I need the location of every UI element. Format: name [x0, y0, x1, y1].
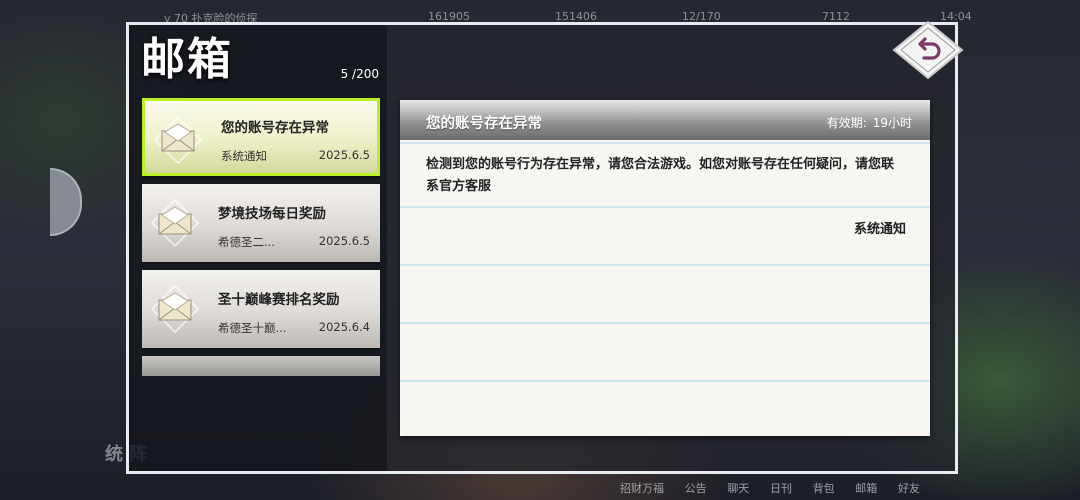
mail-sender: 系统通知 [221, 149, 267, 163]
mail-list[interactable]: 您的账号存在异常 系统通知 2025.6.5 梦境技场每日奖励 希德圣二... … [142, 98, 380, 376]
nav-item[interactable]: 背包 [813, 480, 835, 496]
mail-signature: 系统通知 [853, 222, 906, 237]
envelope-icon [153, 115, 203, 165]
expiry-label: 有效期: [826, 116, 867, 130]
mail-title: 梦境技场每日奖励 [218, 206, 326, 222]
nav-item[interactable]: 招财万福 [620, 480, 664, 496]
mailbox-dialog: 邮箱 5 /200 您的账号存在异常 系统通知 2025.6.5 梦境技场每日奖… [126, 22, 958, 474]
envelope-icon [150, 198, 200, 248]
mail-sender: 希德圣二... [218, 235, 275, 249]
mail-date: 2025.6.5 [318, 148, 370, 162]
mail-title: 圣十巅峰赛排名奖励 [218, 292, 340, 308]
mail-item[interactable]: 梦境技场每日奖励 希德圣二... 2025.6.5 [142, 184, 380, 262]
mail-detail-pane: 您的账号存在异常 有效期: 19小时 检测到您的账号行为存在异常，请您合法游戏。如… [387, 25, 955, 471]
nav-item[interactable]: 公告 [685, 480, 707, 496]
mail-item[interactable]: 圣十巅峰赛排名奖励 希德圣十巅... 2025.6.4 [142, 270, 380, 348]
dialog-title: 邮箱 [141, 34, 233, 85]
nav-item[interactable]: 邮箱 [855, 480, 877, 496]
detail-header: 您的账号存在异常 有效期: 19小时 [400, 100, 930, 140]
expiry-value: 19小时 [872, 116, 912, 130]
mail-detail-card: 您的账号存在异常 有效期: 19小时 检测到您的账号行为存在异常，请您合法游戏。如… [400, 100, 930, 436]
mail-list-pane: 邮箱 5 /200 您的账号存在异常 系统通知 2025.6.5 梦境技场每日奖… [129, 25, 388, 471]
mail-count: 5 /200 [340, 67, 379, 81]
detail-body: 检测到您的账号行为存在异常，请您合法游戏。如您对账号存在任何疑问，请您联系官方客… [400, 140, 930, 436]
bottom-nav: 招财万福 公告 聊天 日刊 背包 邮箱 好友 [620, 480, 920, 496]
mail-title: 您的账号存在异常 [221, 120, 329, 136]
side-expand-button[interactable] [50, 168, 82, 236]
envelope-icon [150, 284, 200, 334]
mail-content: 检测到您的账号行为存在异常，请您合法游戏。如您对账号存在任何疑问，请您联系官方客… [426, 157, 895, 194]
nav-item[interactable]: 好友 [898, 480, 920, 496]
mail-item-selected[interactable]: 您的账号存在异常 系统通知 2025.6.5 [142, 98, 380, 176]
nav-item[interactable]: 聊天 [727, 480, 749, 496]
mail-date: 2025.6.4 [318, 320, 370, 334]
mail-date: 2025.6.5 [318, 234, 370, 248]
mail-item-partial[interactable] [142, 356, 380, 376]
expiry: 有效期: 19小时 [827, 114, 912, 131]
nav-item[interactable]: 日刊 [770, 480, 792, 496]
back-button[interactable] [888, 20, 968, 80]
mail-sender: 希德圣十巅... [218, 321, 287, 335]
detail-title: 您的账号存在异常 [426, 116, 542, 132]
